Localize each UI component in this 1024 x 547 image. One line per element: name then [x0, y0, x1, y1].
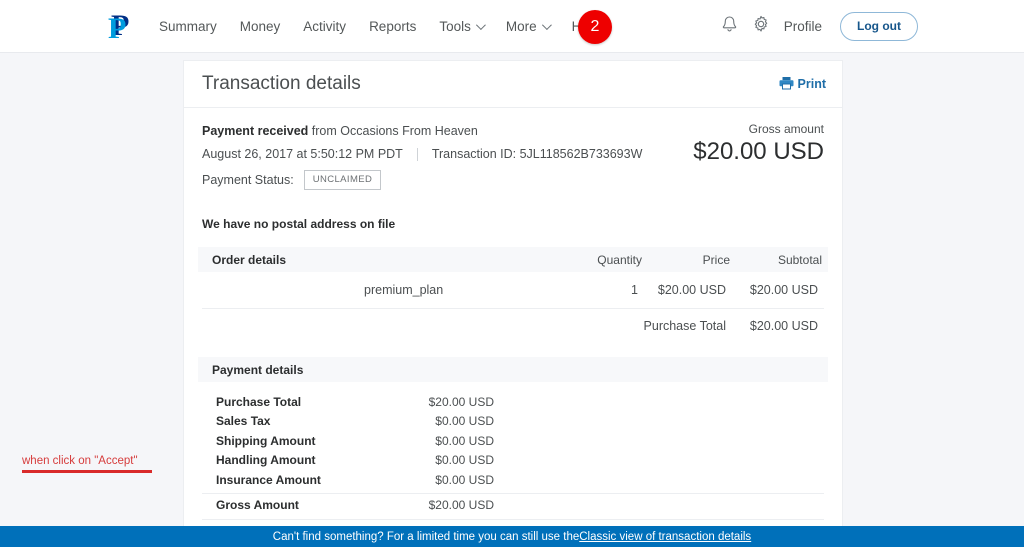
- payment-received-label: Payment received: [202, 124, 309, 138]
- order-total-values: Purchase Total $20.00 USD: [518, 319, 824, 333]
- column-header-quantity: Quantity: [597, 252, 642, 267]
- paypal-logo-icon[interactable]: P P: [108, 11, 130, 45]
- nav-item-label: Reports: [369, 18, 417, 34]
- payment-detail-label: Shipping Amount: [216, 433, 316, 448]
- chevron-down-icon: [541, 19, 552, 30]
- column-header-subtotal: Subtotal: [777, 252, 822, 267]
- nav-item-label: Money: [239, 18, 281, 34]
- nav-item-money[interactable]: Money: [240, 19, 281, 34]
- payment-detail-row: Purchase Total $20.00 USD: [202, 392, 824, 412]
- gear-icon[interactable]: [752, 15, 770, 38]
- payment-detail-label: Handling Amount: [216, 453, 316, 468]
- transaction-details-card: Transaction details Print Payment receiv…: [183, 60, 843, 547]
- nav-right-group: Profile Log out: [721, 0, 1024, 53]
- classic-view-banner: Can't find something? For a limited time…: [0, 526, 1024, 547]
- nav-item-activity[interactable]: Activity: [303, 19, 346, 34]
- notification-count-badge[interactable]: 2: [578, 10, 612, 44]
- payment-detail-value: $0.00 USD: [435, 433, 494, 448]
- nav-item-label: Activity: [303, 18, 347, 34]
- logout-button[interactable]: Log out: [840, 12, 918, 41]
- annotation-callout: when click on "Accept": [22, 455, 174, 473]
- print-label: Print: [797, 77, 826, 91]
- status-badge: UNCLAIMED: [303, 170, 382, 190]
- gross-amount-row-value: $20.00 USD: [428, 497, 494, 512]
- postal-address-note: We have no postal address on file: [202, 217, 396, 231]
- nav-item-reports[interactable]: Reports: [369, 19, 416, 34]
- order-total-value: $20.00 USD: [749, 319, 818, 333]
- annotation-text: when click on "Accept": [22, 455, 138, 467]
- payment-detail-value: $0.00 USD: [435, 414, 494, 429]
- payment-detail-row: Sales Tax $0.00 USD: [202, 412, 824, 432]
- payment-details-rows: Purchase Total $20.00 USD Sales Tax $0.0…: [202, 382, 824, 542]
- nav-item-label: Tools: [439, 18, 471, 34]
- order-item-subtotal: $20.00 USD: [749, 283, 818, 297]
- page-title: Transaction details: [202, 73, 361, 94]
- order-details-columns: Quantity Price Subtotal: [522, 253, 828, 267]
- classic-view-link[interactable]: Classic view of transaction details: [579, 531, 751, 543]
- payment-detail-label: Purchase Total: [216, 394, 302, 409]
- top-navigation-bar: P P Summary Money Activity Reports Tools…: [0, 0, 1024, 53]
- payment-detail-label: Sales Tax: [216, 414, 271, 429]
- payment-detail-value: $0.00 USD: [435, 453, 494, 468]
- payer-name: from Occasions From Heaven: [311, 124, 478, 138]
- transaction-id: Transaction ID: 5JL118562B733693W: [431, 147, 643, 161]
- nav-item-label: Summary: [159, 18, 217, 34]
- meta-divider: [416, 147, 418, 161]
- payment-status-label: Payment Status:: [202, 173, 294, 187]
- printer-icon: [779, 76, 794, 93]
- profile-link[interactable]: Profile: [784, 19, 822, 34]
- payment-detail-row: Insurance Amount $0.00 USD: [202, 470, 824, 490]
- nav-item-tools[interactable]: Tools: [439, 18, 486, 34]
- nav-item-label: More: [505, 18, 537, 34]
- payment-details-label: Payment details: [212, 362, 304, 377]
- order-item-price: $20.00 USD: [657, 283, 726, 297]
- gross-amount-row: Gross Amount $20.00 USD: [202, 492, 824, 516]
- payment-detail-row: Shipping Amount $0.00 USD: [202, 431, 824, 451]
- order-details-section-header: Order details Quantity Price Subtotal: [198, 247, 828, 272]
- card-header: Transaction details Print: [184, 61, 842, 108]
- print-button[interactable]: Print: [779, 76, 826, 93]
- nav-item-summary[interactable]: Summary: [159, 19, 217, 34]
- payment-detail-value: $20.00 USD: [428, 394, 494, 409]
- payment-detail-value: $0.00 USD: [435, 472, 494, 487]
- primary-nav-links: Summary Money Activity Reports Tools Mor…: [159, 19, 599, 34]
- order-purchase-total-row: Purchase Total $20.00 USD: [202, 309, 824, 343]
- table-row: premium_plan 1 $20.00 USD $20.00 USD: [202, 272, 824, 309]
- paypal-logo-front: P: [108, 12, 127, 45]
- payment-status-line: Payment Status: UNCLAIMED: [202, 170, 824, 190]
- payment-detail-row: Handling Amount $0.00 USD: [202, 451, 824, 471]
- banner-text: Can't find something? For a limited time…: [272, 530, 580, 543]
- chevron-down-icon: [475, 19, 486, 30]
- order-item-quantity: 1: [631, 283, 638, 297]
- order-item-name: premium_plan: [364, 283, 444, 297]
- gross-amount-value: $20.00 USD: [693, 138, 824, 165]
- notification-count-label: 2: [590, 18, 600, 35]
- gross-amount-row-label: Gross Amount: [216, 497, 299, 512]
- payment-details-section-header: Payment details: [198, 357, 828, 382]
- annotation-underline: [22, 470, 152, 473]
- transaction-summary-block: Payment received from Occasions From Hea…: [202, 108, 824, 203]
- transaction-date: August 26, 2017 at 5:50:12 PM PDT: [202, 147, 403, 161]
- order-total-label: Purchase Total: [643, 319, 726, 333]
- gross-amount-label: Gross amount: [748, 122, 824, 136]
- gross-amount-block: Gross amount $20.00 USD: [693, 122, 824, 166]
- order-row-values: 1 $20.00 USD $20.00 USD: [518, 283, 824, 297]
- bell-icon[interactable]: [721, 15, 738, 39]
- column-header-price: Price: [702, 252, 730, 267]
- nav-item-more[interactable]: More: [505, 18, 552, 34]
- order-details-label: Order details: [212, 252, 287, 267]
- card-body: Payment received from Occasions From Hea…: [184, 108, 842, 547]
- payment-detail-label: Insurance Amount: [216, 472, 321, 487]
